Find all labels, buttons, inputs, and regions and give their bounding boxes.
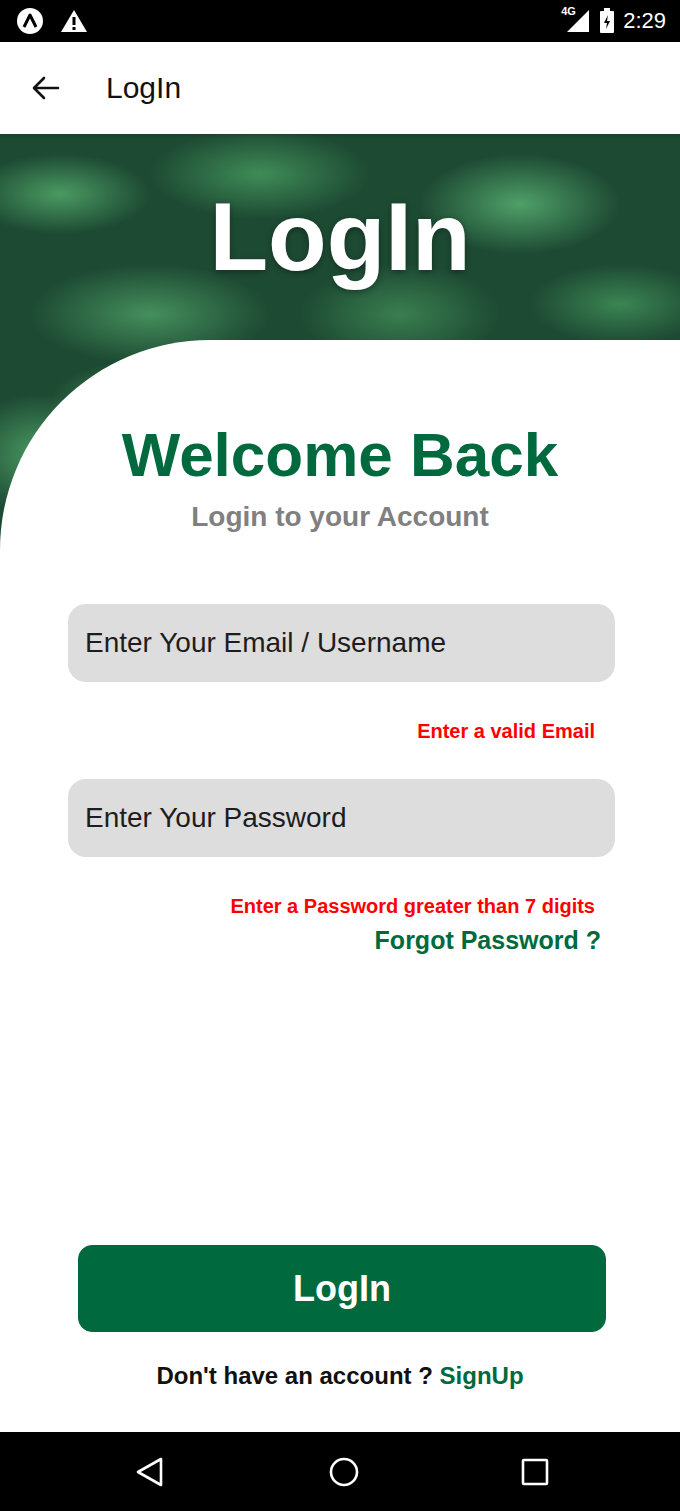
app-bar-title: LogIn [106, 70, 181, 106]
login-sheet: Welcome Back Login to your Account Enter a… [0, 340, 680, 1432]
expo-icon [16, 7, 44, 35]
hero-title: LogIn [209, 184, 470, 290]
battery-icon [599, 8, 615, 34]
app-screen: 4G 2:29 LogIn LogIn Welcome Back Login to you… [0, 0, 680, 1511]
signup-prompt: Don't have an account ? SignUp [0, 1362, 680, 1390]
welcome-subheading: Login to your Account [0, 499, 680, 535]
status-left [16, 7, 88, 35]
forgot-password-link[interactable]: Forgot Password ? [68, 925, 615, 955]
signup-question: Don't have an account ? [156, 1362, 432, 1389]
recents-square-icon[interactable] [520, 1457, 550, 1487]
welcome-heading: Welcome Back [0, 419, 680, 491]
field-error: Enter a valid Email [68, 719, 615, 743]
signup-link[interactable]: SignUp [440, 1362, 524, 1389]
status-right: 4G 2:29 [561, 8, 666, 34]
status-bar: 4G 2:29 [0, 0, 680, 42]
clock: 2:29 [623, 10, 666, 32]
login-button[interactable]: LogIn [78, 1245, 606, 1332]
back-arrow-icon[interactable] [30, 72, 62, 104]
warning-icon [60, 8, 88, 34]
network-label: 4G [561, 6, 576, 17]
leaves-banner: LogIn Welcome Back Login to your Account En… [0, 134, 680, 1432]
signal-group: 4G [561, 8, 591, 34]
email-field[interactable] [68, 604, 615, 682]
system-nav-bar [0, 1432, 680, 1511]
field-error: Enter a Password greater than 7 digits [68, 894, 615, 918]
back-triangle-icon[interactable] [133, 1455, 167, 1489]
app-bar: LogIn [0, 42, 680, 134]
hero: LogIn [0, 134, 680, 340]
login-form: Enter a valid Email Enter a Password grea… [68, 604, 615, 955]
home-circle-icon[interactable] [327, 1455, 361, 1489]
password-field[interactable] [68, 779, 615, 857]
